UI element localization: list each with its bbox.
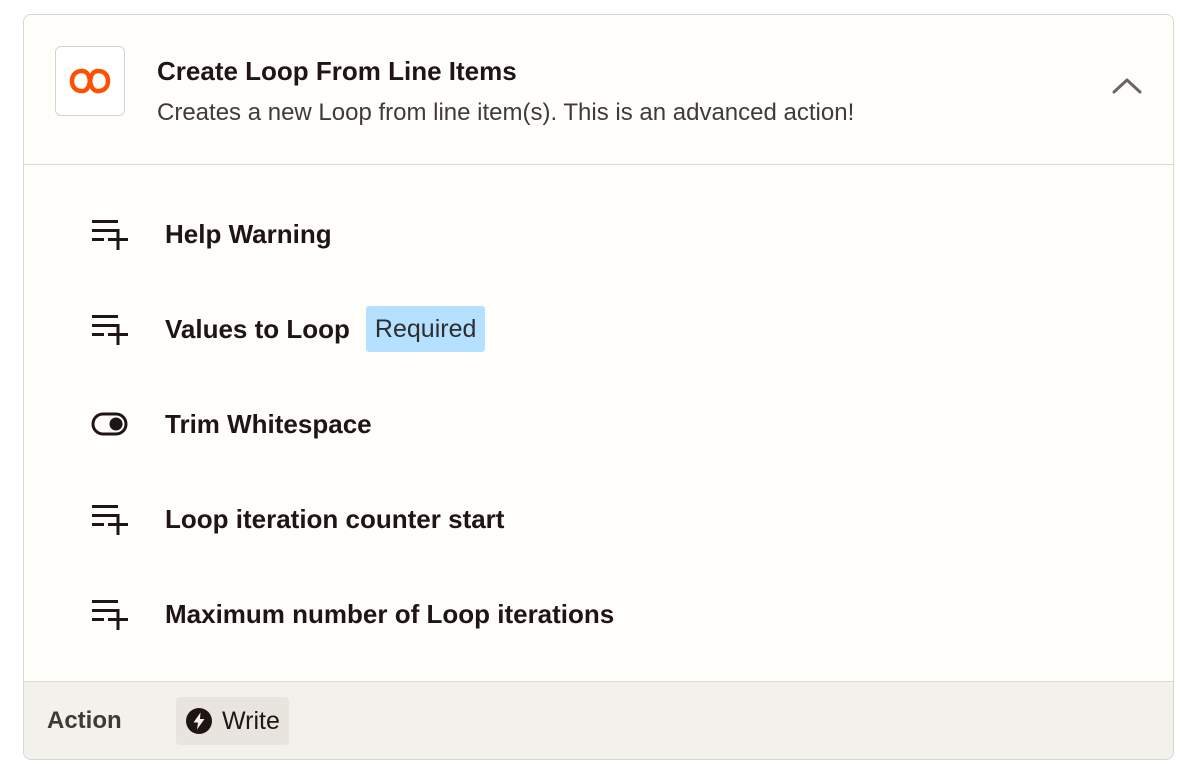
- list-add-icon: [90, 594, 130, 634]
- action-card: Create Loop From Line Items Creates a ne…: [23, 14, 1174, 760]
- field-help-warning[interactable]: Help Warning: [90, 209, 332, 259]
- app-logo: [55, 46, 125, 116]
- field-loop-counter-start[interactable]: Loop iteration counter start: [90, 494, 504, 544]
- required-badge: Required: [365, 306, 486, 352]
- bolt-icon: [186, 708, 212, 734]
- field-label: Loop iteration counter start: [165, 503, 505, 534]
- footer-label: Action: [47, 707, 122, 734]
- action-description: Creates a new Loop from line item(s). Th…: [157, 99, 855, 126]
- field-label: Maximum number of Loop iterations: [165, 598, 615, 629]
- list-add-icon: [90, 214, 130, 254]
- field-trim-whitespace[interactable]: Trim Whitespace: [90, 399, 372, 449]
- collapse-button[interactable]: [1107, 71, 1147, 101]
- list-add-icon: [90, 499, 130, 539]
- list-add-icon: [90, 309, 130, 349]
- action-type-label: Write: [222, 706, 280, 735]
- chevron-up-icon: [1112, 78, 1142, 94]
- field-label: Values to Loop: [165, 313, 350, 344]
- card-footer: Action Write: [24, 681, 1173, 759]
- field-label: Help Warning: [165, 218, 332, 249]
- field-list: Help Warning Values to Loop Required Tri…: [24, 165, 1173, 681]
- action-title: Create Loop From Line Items: [157, 56, 517, 86]
- loop-infinity-icon: [69, 68, 111, 94]
- field-max-loop-iterations[interactable]: Maximum number of Loop iterations: [90, 589, 614, 639]
- field-values-to-loop[interactable]: Values to Loop Required: [90, 304, 486, 354]
- card-header: Create Loop From Line Items Creates a ne…: [24, 15, 1173, 165]
- field-label: Trim Whitespace: [165, 408, 372, 439]
- action-type-chip: Write: [176, 697, 289, 745]
- toggle-icon: [90, 404, 130, 444]
